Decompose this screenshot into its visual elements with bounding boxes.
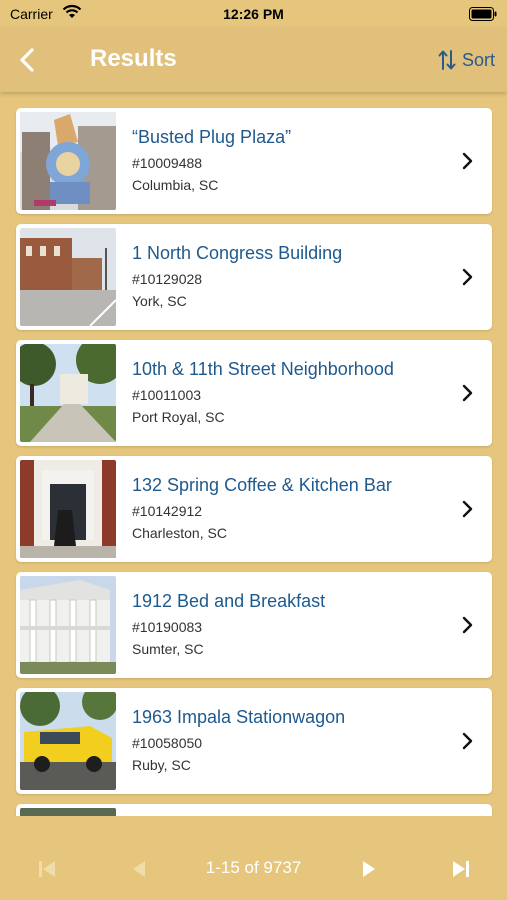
back-chevron-icon[interactable] — [14, 46, 42, 74]
result-location: York, SC — [132, 293, 187, 309]
result-thumbnail — [20, 576, 116, 674]
result-name: “Busted Plug Plaza” — [132, 127, 292, 147]
results-list[interactable]: “Busted Plug Plaza” #10009488 Columbia, … — [0, 92, 507, 816]
navigation-bar: Results Sort — [0, 28, 507, 92]
result-row[interactable]: 1 North Congress Building #10129028 York… — [16, 224, 492, 330]
battery-icon — [469, 7, 497, 21]
result-ref-number: #10009488 — [132, 155, 203, 171]
result-ref-number: #10190083 — [132, 619, 203, 635]
result-name: 1912 Bed and Breakfast — [132, 591, 326, 611]
chevron-right-icon — [462, 616, 473, 634]
sort-label: Sort — [461, 49, 495, 70]
sort-arrows-icon — [438, 50, 456, 70]
result-thumbnail — [20, 692, 116, 790]
result-name: 1963 Impala Stationwagon — [132, 707, 346, 727]
result-location: Ruby, SC — [132, 757, 191, 773]
chevron-right-icon — [462, 268, 473, 286]
result-thumbnail — [20, 808, 116, 816]
pager-range-label: 1-15 of 9737 — [205, 858, 302, 877]
result-row[interactable]: 1912 Bed and Breakfast #10190083 Sumter,… — [16, 572, 492, 678]
result-name: 132 Spring Coffee & Kitchen Bar — [132, 475, 392, 495]
result-row[interactable]: 1963 Impala Stationwagon #10058050 Ruby,… — [16, 688, 492, 794]
chevron-right-icon — [462, 500, 473, 518]
result-row[interactable]: 10th & 11th Street Neighborhood #1001100… — [16, 340, 492, 446]
result-name: 1 North Congress Building — [132, 243, 343, 263]
chevron-right-icon — [462, 384, 473, 402]
result-thumbnail — [20, 344, 116, 442]
result-thumbnail — [20, 112, 116, 210]
result-location: Charleston, SC — [132, 525, 227, 541]
result-thumbnail — [20, 460, 116, 558]
clock: 12:26 PM — [223, 6, 284, 22]
result-ref-number: #10129028 — [132, 271, 203, 287]
result-ref-number: #10011003 — [132, 387, 202, 403]
result-location: Columbia, SC — [132, 177, 219, 193]
next-page-icon[interactable] — [358, 858, 380, 880]
chevron-right-icon — [462, 732, 473, 750]
status-bar: Carrier 12:26 PM — [0, 0, 507, 28]
result-row[interactable]: “Busted Plug Plaza” #10009488 Columbia, … — [16, 108, 492, 214]
pager-toolbar: 1-15 of 9737 — [0, 836, 507, 900]
result-row[interactable] — [16, 804, 492, 816]
chevron-right-icon — [462, 152, 473, 170]
page-title: Results — [90, 45, 177, 72]
result-location: Port Royal, SC — [132, 409, 225, 425]
result-name: 10th & 11th Street Neighborhood — [132, 359, 394, 379]
sort-button[interactable]: Sort — [438, 48, 495, 72]
last-page-icon[interactable] — [450, 858, 472, 880]
result-location: Sumter, SC — [132, 641, 204, 657]
result-thumbnail — [20, 228, 116, 326]
result-row[interactable]: 132 Spring Coffee & Kitchen Bar #1014291… — [16, 456, 492, 562]
result-ref-number: #10058050 — [132, 735, 203, 751]
result-ref-number: #10142912 — [132, 503, 203, 519]
